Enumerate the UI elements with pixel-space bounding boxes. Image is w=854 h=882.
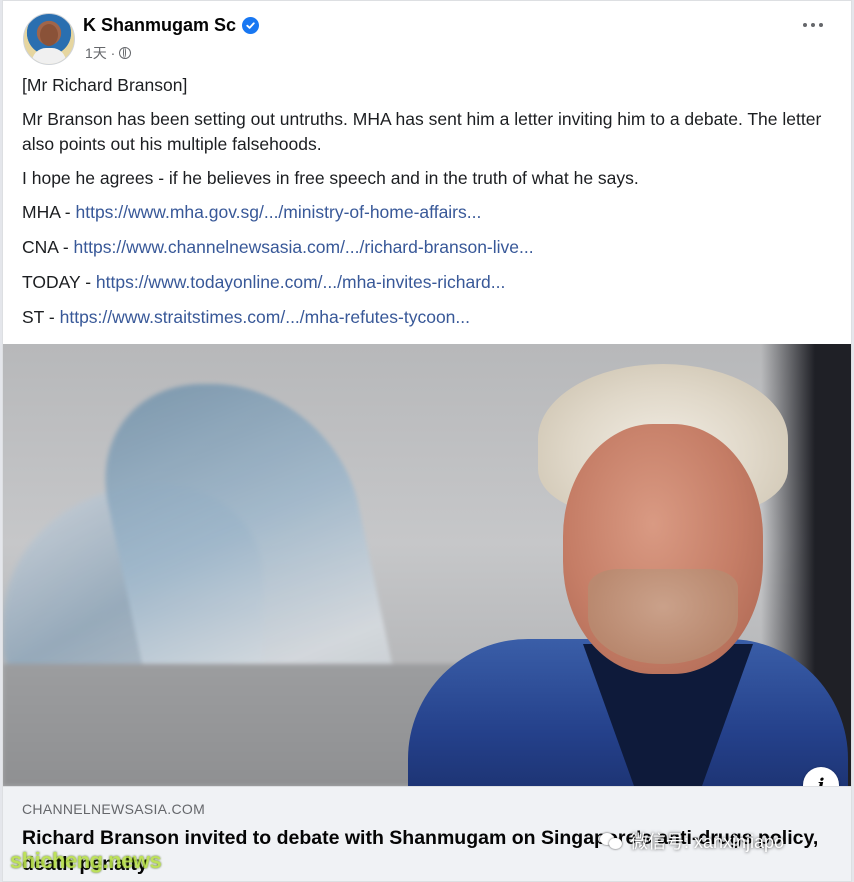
verified-badge-icon [242,17,260,34]
watermark-left: shicheng.news [10,848,162,873]
watermark-right-text: 微信号: xanxinjiapo [630,832,785,852]
link-cna[interactable]: https://www.channelnewsasia.com/.../rich… [74,237,534,257]
author-avatar[interactable] [23,13,75,65]
link-label: TODAY - [22,272,96,292]
post-paragraph-2: I hope he agrees - if he believes in fre… [22,168,639,188]
author-name[interactable]: K Shanmugam Sc [83,15,236,36]
link-row-cna: CNA - https://www.channelnewsasia.com/..… [22,235,822,260]
post-timestamp[interactable]: 1天 · [85,43,115,63]
post-meta: 1天 · [85,43,132,63]
wechat-icon [600,831,624,851]
post-title-line: [Mr Richard Branson] [22,75,188,95]
beard [588,569,738,664]
link-row-mha: MHA - https://www.mha.gov.sg/.../ministr… [22,200,822,225]
globe-icon [119,47,132,59]
more-options-icon[interactable] [803,23,823,27]
link-mha[interactable]: https://www.mha.gov.sg/.../ministry-of-h… [75,202,481,222]
link-today[interactable]: https://www.todayonline.com/.../mha-invi… [96,272,505,292]
avatar-head [40,24,58,46]
link-label: MHA - [22,202,76,222]
facebook-post: K Shanmugam Sc 1天 · [Mr Richard Branson]… [2,0,852,882]
post-paragraph-1: Mr Branson has been setting out untruths… [22,109,822,154]
link-label: ST - [22,307,60,327]
portrait-figure [398,344,851,786]
link-label: CNA - [22,237,74,257]
link-st[interactable]: https://www.straitstimes.com/.../mha-ref… [60,307,470,327]
link-row-today: TODAY - https://www.todayonline.com/.../… [22,270,822,295]
avatar-shoulders [32,48,66,64]
post-text: [Mr Richard Branson] Mr Branson has been… [22,73,822,340]
watermark-right: 微信号: xanxinjiapo [600,828,784,854]
preview-domain: CHANNELNEWSASIA.COM [22,801,206,817]
author-name-row: K Shanmugam Sc [83,15,260,36]
link-row-st: ST - https://www.straitstimes.com/.../mh… [22,305,822,330]
link-preview-image[interactable]: i [3,344,851,786]
